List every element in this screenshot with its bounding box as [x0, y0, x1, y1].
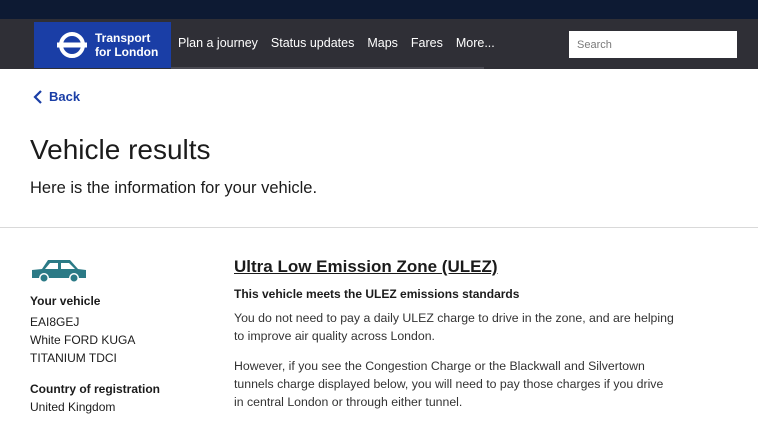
ulez-paragraph-1: You do not need to pay a daily ULEZ char…	[234, 311, 674, 343]
vehicle-description: White FORD KUGA	[30, 333, 136, 347]
car-icon	[32, 260, 86, 283]
back-label: Back	[49, 89, 81, 104]
nav-status-updates[interactable]: Status updates	[271, 36, 354, 50]
ulez-title-link[interactable]: Ultra Low Emission Zone (ULEZ)	[234, 257, 498, 277]
brand-name: Transport for London	[95, 31, 158, 59]
section-divider	[0, 227, 758, 228]
page-title: Vehicle results	[30, 134, 211, 165]
roundel-icon	[57, 32, 87, 58]
top-strip	[0, 0, 758, 19]
brand-line-2: for London	[95, 45, 159, 59]
nav-maps[interactable]: Maps	[367, 36, 398, 50]
your-vehicle-heading: Your vehicle	[30, 294, 101, 308]
page-subtitle: Here is the information for your vehicle…	[30, 179, 318, 197]
nav-underline	[171, 67, 484, 69]
main-nav: Plan a journey Status updates Maps Fares…	[178, 36, 508, 50]
country-heading: Country of registration	[30, 382, 161, 396]
country-value: United Kingdom	[30, 400, 116, 414]
tfl-logo-link[interactable]: Transport for London	[34, 22, 171, 68]
ulez-status: This vehicle meets the ULEZ emissions st…	[234, 287, 520, 301]
nav-plan-a-journey[interactable]: Plan a journey	[178, 36, 258, 50]
vehicle-registration: EAI8GEJ	[30, 315, 80, 329]
nav-more[interactable]: More...	[456, 36, 495, 50]
back-link[interactable]: Back	[33, 89, 80, 104]
ulez-paragraph-2: However, if you see the Congestion Charg…	[234, 359, 664, 409]
nav-fares[interactable]: Fares	[411, 36, 443, 50]
chevron-left-icon	[33, 89, 42, 104]
vehicle-trim: TITANIUM TDCI	[30, 351, 117, 365]
search-input[interactable]	[569, 31, 737, 58]
brand-line-1: Transport	[95, 31, 151, 45]
